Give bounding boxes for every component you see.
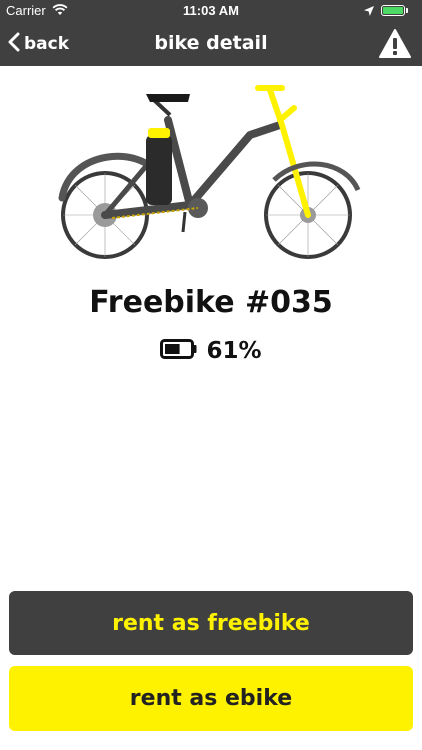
rent-as-ebike-label: rent as ebike bbox=[129, 686, 293, 711]
battery-icon bbox=[381, 5, 405, 16]
status-bar: Carrier 11:03 AM bbox=[0, 0, 422, 22]
battery-status: 61% bbox=[0, 338, 422, 364]
location-arrow-icon bbox=[364, 5, 374, 20]
report-problem-button[interactable] bbox=[378, 28, 412, 60]
bike-name: Freebike #035 bbox=[89, 285, 333, 320]
chevron-left-icon bbox=[8, 32, 20, 56]
rent-as-ebike-button[interactable]: rent as ebike bbox=[9, 666, 413, 731]
navigation-bar: back bike detail bbox=[0, 22, 422, 66]
back-button[interactable]: back bbox=[8, 30, 69, 58]
back-label: back bbox=[24, 34, 70, 54]
battery-cap bbox=[406, 8, 408, 13]
warning-icon bbox=[379, 29, 411, 58]
battery-icon bbox=[160, 339, 198, 363]
bike-image bbox=[50, 80, 370, 260]
rent-as-freebike-label: rent as freebike bbox=[112, 610, 310, 636]
battery-percentage: 61% bbox=[206, 338, 262, 364]
clock-time: 11:03 AM bbox=[183, 3, 239, 18]
rent-as-freebike-button[interactable]: rent as freebike bbox=[9, 591, 413, 655]
